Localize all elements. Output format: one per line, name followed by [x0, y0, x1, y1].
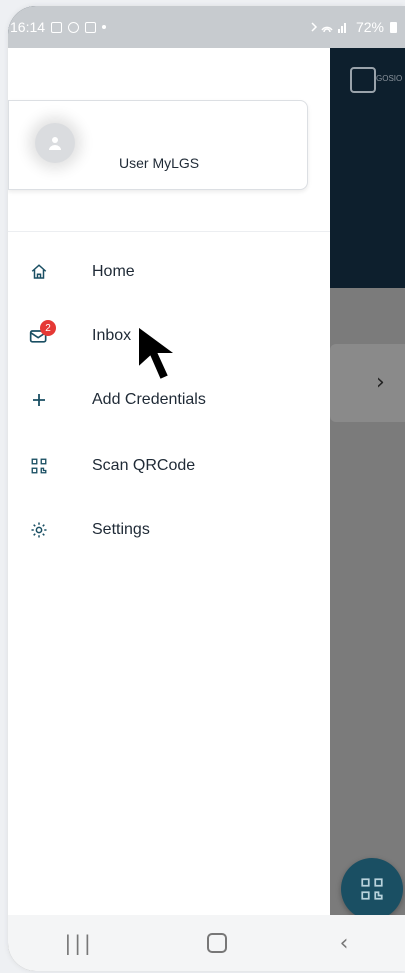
- battery-percent: 72%: [355, 19, 384, 35]
- app-logo-text: GOSIO: [376, 74, 403, 83]
- avatar: [35, 123, 75, 163]
- battery-icon: [390, 21, 397, 33]
- signal-wifi-icon: [311, 22, 346, 33]
- gallery-icon: [51, 21, 63, 33]
- background-card: [330, 344, 405, 422]
- mouse-cursor-icon: [137, 324, 180, 382]
- teams-icon: [85, 21, 97, 33]
- home-icon: [28, 261, 50, 283]
- menu-item-label: Scan QRCode: [92, 457, 196, 474]
- profile-card[interactable]: User MyLGS: [8, 100, 308, 190]
- status-time: 16:14: [10, 19, 46, 35]
- qr-code-icon: [28, 455, 50, 477]
- gear-icon: [28, 519, 50, 541]
- phone-screen: GOSIO › 16:14 72% User MyLGS Home 2 Inbo…: [8, 6, 405, 971]
- system-navigation-bar: ||| ‹: [8, 915, 405, 971]
- home-button[interactable]: [206, 933, 227, 953]
- user-name: User MyLGS: [119, 155, 200, 171]
- menu-item-home[interactable]: Home: [8, 250, 330, 294]
- more-notifications-icon: [102, 25, 107, 29]
- scan-qr-fab-button[interactable]: [341, 858, 403, 920]
- navigation-drawer: User MyLGS Home 2 Inbox Add Credentials: [8, 48, 330, 915]
- divider: [8, 231, 330, 232]
- plus-icon: [28, 389, 50, 411]
- app-logo-icon: [350, 67, 376, 93]
- menu-item-settings[interactable]: Settings: [8, 508, 330, 552]
- user-icon: [49, 137, 61, 150]
- qr-code-icon: [361, 878, 383, 900]
- menu-item-label: Settings: [92, 521, 150, 538]
- app-notification-icon: [68, 21, 80, 33]
- back-button[interactable]: ‹: [340, 931, 349, 956]
- menu-item-label: Inbox: [92, 327, 132, 344]
- recent-apps-button[interactable]: |||: [64, 931, 93, 955]
- menu-item-scan-qrcode[interactable]: Scan QRCode: [8, 444, 330, 488]
- inbox-unread-badge: 2: [40, 320, 56, 336]
- status-bar: 16:14 72%: [8, 6, 405, 48]
- chevron-right-icon: ›: [376, 370, 385, 395]
- menu-item-label: Add Credentials: [92, 391, 206, 408]
- menu-item-label: Home: [92, 263, 135, 280]
